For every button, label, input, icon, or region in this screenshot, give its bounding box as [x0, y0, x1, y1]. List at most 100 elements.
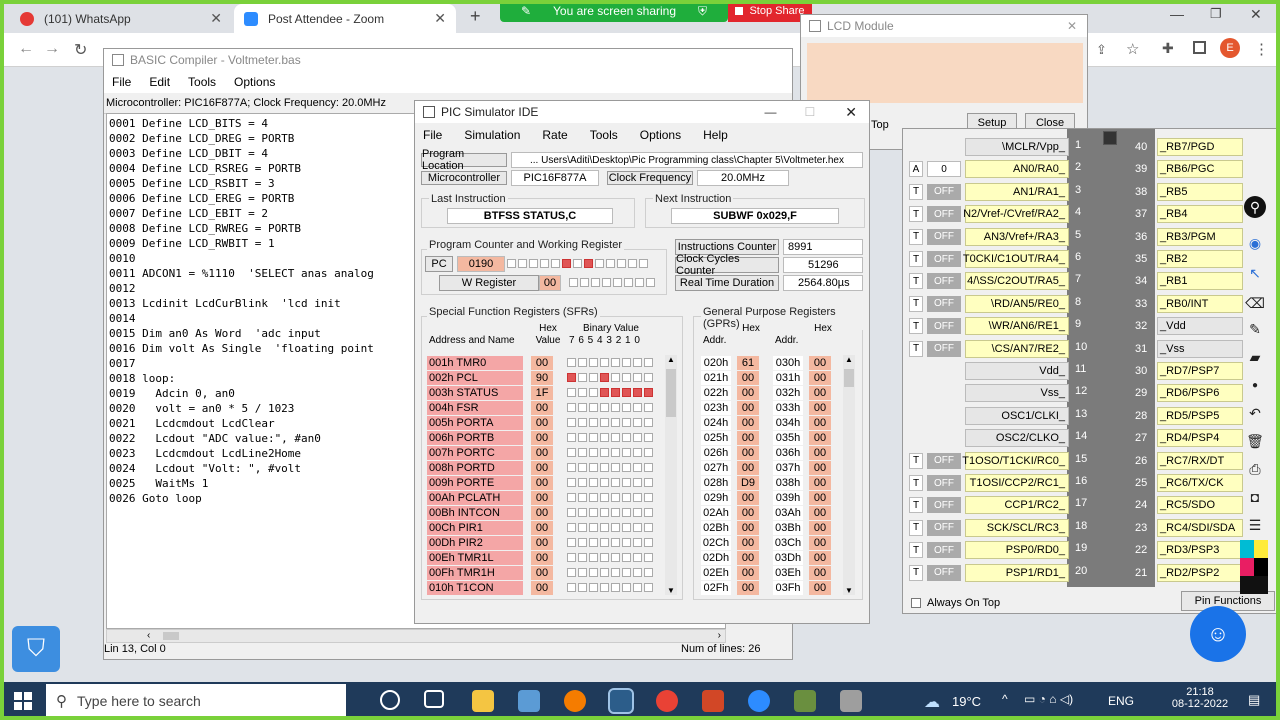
bit-cell[interactable] — [567, 358, 576, 367]
bit-cell[interactable] — [600, 523, 609, 532]
always-on-top-checkbox[interactable]: Always On Top — [911, 597, 1000, 609]
scroll-up-icon[interactable]: ▲ — [667, 355, 675, 364]
tab-whatsapp[interactable]: (101) WhatsApp ✕ — [10, 4, 232, 33]
sfr-scrollbar[interactable]: ▲ ▼ — [665, 355, 677, 595]
notification-icon[interactable]: ▤ — [1248, 692, 1260, 708]
bit-cell[interactable] — [578, 388, 587, 397]
calculator-icon[interactable] — [840, 690, 862, 712]
sfr-hex-value[interactable]: 00 — [531, 505, 553, 520]
pin-state[interactable]: OFF — [927, 519, 961, 536]
bit-cell[interactable] — [567, 508, 576, 517]
gpr-value[interactable]: 00 — [809, 520, 831, 535]
sfr-hex-value[interactable]: 00 — [531, 415, 553, 430]
bit-cell[interactable] — [600, 568, 609, 577]
bit-cell[interactable] — [633, 478, 642, 487]
bit-cell[interactable] — [622, 358, 631, 367]
pin-toggle[interactable]: T — [909, 273, 923, 290]
bit-cell[interactable] — [589, 373, 598, 382]
sfr-hex-value[interactable]: 00 — [531, 580, 553, 595]
pin-state[interactable]: 0 — [927, 161, 961, 178]
zoom-taskbar-icon[interactable] — [748, 690, 770, 712]
checkbox-box[interactable] — [911, 598, 921, 608]
gpr-value[interactable]: 00 — [737, 520, 759, 535]
bit-cell[interactable] — [567, 493, 576, 502]
bit-cell[interactable] — [644, 388, 653, 397]
bit-cell[interactable] — [633, 493, 642, 502]
bit-cell[interactable] — [633, 508, 642, 517]
language-indicator[interactable]: ENG — [1108, 694, 1134, 708]
bit-cell[interactable] — [600, 433, 609, 442]
bit-cell[interactable] — [600, 493, 609, 502]
tray-chevron-icon[interactable]: ^ — [1002, 692, 1008, 706]
bit-cell[interactable] — [611, 493, 620, 502]
bit-cell[interactable] — [600, 418, 609, 427]
sfr-hex-value[interactable]: 00 — [531, 355, 553, 370]
bit-cell[interactable] — [644, 373, 653, 382]
bit-cell[interactable] — [611, 478, 620, 487]
dot-icon[interactable]: ● — [1244, 374, 1266, 396]
eraser-icon[interactable]: ⌫ — [1244, 292, 1266, 314]
menu-file[interactable]: File — [112, 75, 131, 89]
bit-cell[interactable] — [611, 373, 620, 382]
app-icon-orange[interactable] — [564, 690, 586, 712]
pin-state[interactable]: OFF — [927, 340, 961, 357]
bit-cell[interactable] — [611, 448, 620, 457]
microcontroller-field[interactable]: PIC16F877A — [511, 170, 599, 186]
bit-cell[interactable] — [644, 523, 653, 532]
gpr-value[interactable]: 00 — [737, 445, 759, 460]
bit-cell[interactable] — [622, 553, 631, 562]
bit-cell[interactable] — [611, 358, 620, 367]
gpr-value[interactable]: 00 — [809, 505, 831, 520]
undo-icon[interactable]: ↶ — [1244, 402, 1266, 424]
bit-cell[interactable] — [567, 553, 576, 562]
menu-rate[interactable]: Rate — [542, 128, 567, 142]
gpr-value[interactable]: 00 — [737, 580, 759, 595]
bit-cell[interactable] — [633, 388, 642, 397]
bit-cell[interactable] — [578, 433, 587, 442]
back-icon[interactable]: ← — [18, 40, 34, 58]
bit-cell[interactable] — [644, 448, 653, 457]
bit-cell[interactable] — [611, 553, 620, 562]
bit-cell[interactable] — [633, 583, 642, 592]
bit-cell[interactable] — [600, 508, 609, 517]
bit-cell[interactable] — [611, 568, 620, 577]
gpr-value[interactable]: 00 — [737, 550, 759, 565]
bit-cell[interactable] — [633, 553, 642, 562]
bit-cell[interactable] — [633, 403, 642, 412]
bit-cell[interactable] — [578, 403, 587, 412]
bit-cell[interactable] — [611, 463, 620, 472]
scroll-right-icon[interactable]: › — [718, 630, 721, 641]
pin-toggle[interactable]: T — [909, 452, 923, 469]
new-tab-button[interactable]: + — [470, 6, 481, 27]
pin-toggle[interactable]: T — [909, 206, 923, 223]
pin-state[interactable]: OFF — [927, 452, 961, 469]
bit-cell[interactable] — [633, 373, 642, 382]
sfr-hex-value[interactable]: 00 — [531, 460, 553, 475]
sfr-hex-value[interactable]: 00 — [531, 400, 553, 415]
bit-cell[interactable] — [600, 463, 609, 472]
pin-state[interactable]: OFF — [927, 497, 961, 514]
trash-icon[interactable]: 🗑 — [1244, 430, 1266, 452]
pen-icon[interactable]: ✎ — [1244, 318, 1266, 340]
bit-cell[interactable] — [644, 478, 653, 487]
menu-options[interactable]: Options — [234, 75, 275, 89]
pin-toggle[interactable]: T — [909, 228, 923, 245]
bit-cell[interactable] — [567, 523, 576, 532]
gpr-value[interactable]: 00 — [737, 460, 759, 475]
bit-cell[interactable] — [644, 583, 653, 592]
gpr-value[interactable]: 00 — [809, 355, 831, 370]
bit-cell[interactable] — [633, 463, 642, 472]
sfr-hex-value[interactable]: 00 — [531, 535, 553, 550]
bit-cell[interactable] — [567, 478, 576, 487]
bit-cell[interactable] — [611, 538, 620, 547]
gpr-value[interactable]: 00 — [809, 385, 831, 400]
bit-cell[interactable] — [644, 418, 653, 427]
bit-cell[interactable] — [589, 463, 598, 472]
bit-cell[interactable] — [622, 568, 631, 577]
bit-cell[interactable] — [578, 583, 587, 592]
bit-cell[interactable] — [567, 448, 576, 457]
menu-simulation[interactable]: Simulation — [464, 128, 520, 142]
bit-cell[interactable] — [611, 403, 620, 412]
gpr-value[interactable]: 00 — [737, 385, 759, 400]
pin-toggle[interactable]: A — [909, 161, 923, 178]
